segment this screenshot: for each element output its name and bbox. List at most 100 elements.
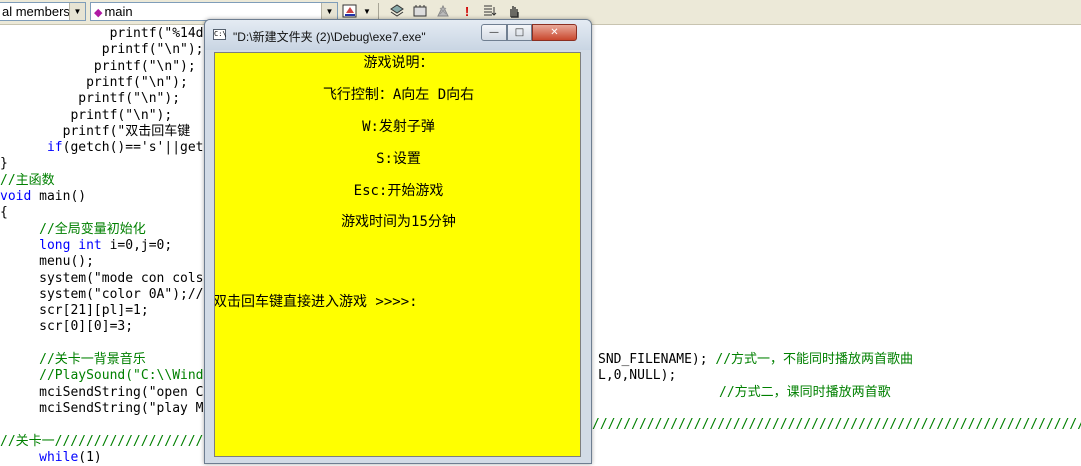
code-text: { [0,205,8,221]
console-output[interactable]: 游戏说明： 飞行控制：A向左 D向右 W:发射子弹 S:设置 Esc:开始游戏 … [214,52,581,457]
code-line: mciSendString("play M [0,400,204,417]
code-text: SND_FILENAME); [598,352,716,367]
code-text: scr[21][pl]=1; [39,303,149,319]
code-text: printf("双击回车键 [62,123,191,139]
code-line: long int i=0,j=0; [0,237,172,254]
console-line-time: 游戏时间为15分钟 [341,214,456,230]
code-line: menu(); [0,253,94,270]
code-text: (1) [78,449,102,465]
code-text: menu(); [39,254,94,270]
console-line-enter-prompt: 双击回车键直接进入游戏 >>>>: [214,294,418,310]
members-combo-value: al members [2,4,70,19]
code-comment: //PlaySound("C:\\Wind [39,368,204,384]
code-line: mciSendString("open C [0,384,204,401]
code-text: printf("\n"); [86,74,188,90]
code-line: while(1) [0,449,102,466]
console-line-fire: W:发射子弹 [362,119,435,135]
code-keyword: if [46,140,63,156]
code-line: void main() [0,188,86,205]
code-comment: //全局变量初始化 [39,221,146,237]
function-diamond-icon: ◆ [94,7,103,19]
members-combo[interactable]: al members ▼ [0,2,86,21]
code-line: printf("\n"); [0,90,180,107]
code-line: printf("双击回车键 [0,123,191,140]
code-text: printf("\n"); [101,42,204,58]
code-line-right: SND_FILENAME); //方式一，不能同时播放两首歌曲 [598,351,913,368]
code-text: mciSendString("play M [39,400,204,416]
console-titlebar[interactable]: C:\ "D:\新建文件夹 (2)\Debug\exe7.exe" — □ ✕ [205,20,591,50]
code-line: scr[21][pl]=1; [0,302,149,319]
chevron-down-icon[interactable]: ▼ [69,3,85,20]
code-text: mciSendString("open C [39,384,204,400]
code-text: printf("%14d [109,26,204,41]
console-line-instructions-title: 游戏说明： [363,55,434,71]
console-line-settings: S:设置 [376,151,421,167]
code-line: printf("%14d [0,25,204,42]
code-line: //PlaySound("C:\\Wind [0,367,204,384]
code-line: } [0,155,8,172]
code-comment: //方式一，不能同时播放两首歌曲 [715,352,914,367]
code-text: scr[0][0]=3; [39,319,134,335]
code-comment: //关卡一背景音乐 [39,352,146,367]
code-line: printf("\n"); [0,58,196,75]
code-line: //全局变量初始化 [0,221,146,238]
code-text: main() [31,189,87,204]
console-app-icon: C:\ [213,29,227,40]
console-title: "D:\新建文件夹 (2)\Debug\exe7.exe" [233,30,426,44]
code-line-right: //方式二，课同时播放两首歌 [719,384,891,401]
code-line-right: ////////////////////////////////////////… [592,416,1081,433]
code-comment: ////////////////////////////////////////… [592,417,1081,433]
close-button[interactable]: ✕ [532,24,577,41]
code-line: printf("\n"); [0,107,172,124]
code-line: printf("\n"); [0,74,188,91]
code-line: printf("\n"); [0,41,204,58]
code-line: //主函数 [0,172,55,189]
code-text: system("color 0A");// [39,286,204,302]
code-comment: //方式二，课同时播放两首歌 [719,384,891,400]
code-text: printf("\n"); [70,107,173,123]
console-window[interactable]: C:\ "D:\新建文件夹 (2)\Debug\exe7.exe" — □ ✕ … [204,19,592,464]
code-keyword: void [0,189,32,204]
code-text: L,0,NULL); [598,368,677,384]
code-line: scr[0][0]=3; [0,318,133,335]
code-line: if(getch()=='s'||get [0,139,204,156]
code-line: system("color 0A");// [0,286,204,303]
code-keyword: while [39,449,79,465]
code-text: system("mode con cols [39,270,204,286]
code-text: printf("\n"); [78,91,181,107]
chevron-down-icon[interactable]: ▼ [321,3,337,20]
maximize-button[interactable]: □ [507,24,532,41]
code-text: } [0,156,8,172]
code-line: //关卡一背景音乐 [0,351,146,368]
minimize-button[interactable]: — [481,24,507,41]
code-text: printf("\n"); [93,58,196,74]
code-comment: //主函数 [0,172,55,188]
code-keyword: long int [39,237,102,253]
code-text: (getch()=='s'||get [62,140,204,156]
code-text: i=0,j=0; [101,237,173,253]
code-line-right: L,0,NULL); [598,367,676,384]
code-line: { [0,204,8,221]
function-combo-value: main [104,4,133,19]
console-line-start: Esc:开始游戏 [353,183,444,199]
code-line: system("mode con cols [0,270,204,287]
